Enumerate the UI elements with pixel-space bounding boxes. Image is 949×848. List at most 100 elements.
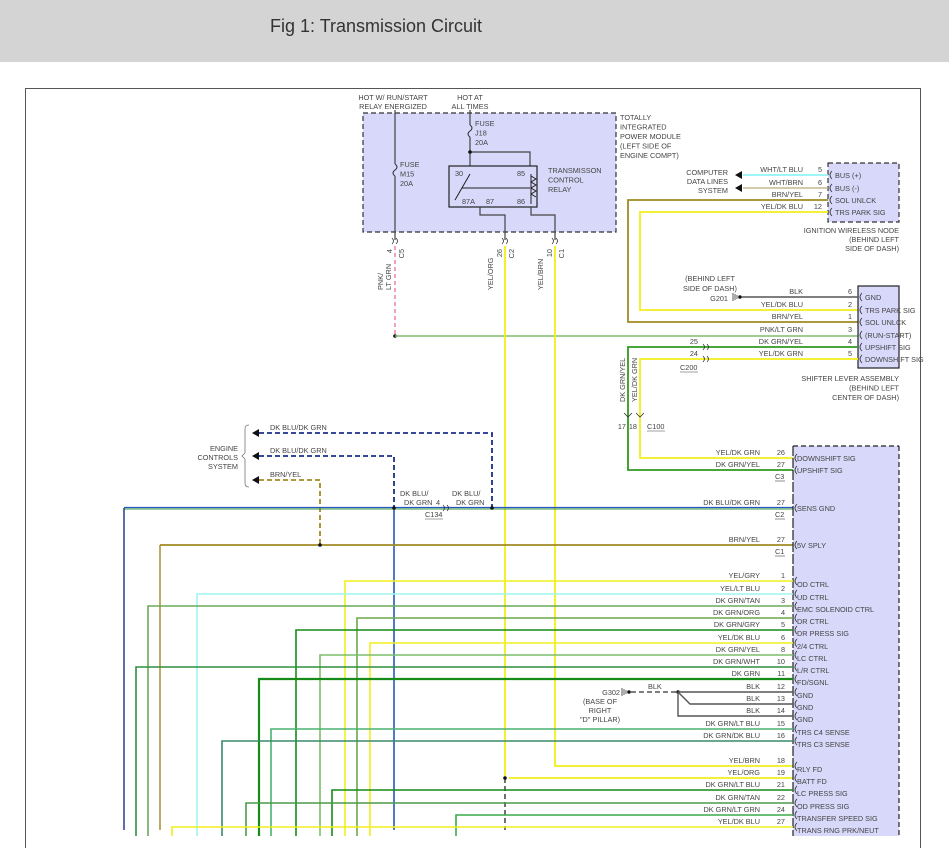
c200-label: C200 — [680, 363, 697, 372]
pcm-wire-label: YEL/LT BLU — [720, 584, 760, 593]
tipm-label: TOTALLY — [620, 113, 651, 122]
pcm-pin-number: 15 — [777, 719, 785, 728]
connector-name: C1 — [557, 249, 566, 258]
shifter-pin-number: 2 — [848, 300, 852, 309]
pcm-pin-number: 27 — [777, 817, 785, 826]
wiring-diagram: HOT W/ RUN/STARTRELAY ENERGIZED HOT ATALL… — [25, 88, 924, 848]
pcm-wire-label: DK GRN/DK BLU — [703, 731, 760, 740]
shifter-wire-label: BRN/YEL — [772, 312, 803, 321]
engine-controls-label: CONTROLS — [197, 453, 238, 462]
pcm-pin-signal: GND — [797, 715, 813, 724]
c200-pin: 24 — [690, 349, 698, 358]
ground-wire-label: BLK — [648, 682, 662, 691]
ground-icon — [732, 293, 738, 301]
gnd-wire-13 — [677, 691, 793, 705]
ground-point — [738, 295, 742, 299]
pcm-pin-number: 3 — [781, 596, 785, 605]
ignition-wire-label: WHT/BRN — [769, 178, 803, 187]
pcm-wire-label: DK GRN/GRY — [714, 620, 760, 629]
c134-wire-label: DK BLU/ — [452, 489, 481, 498]
pcm-wire-label: BRN/YEL — [729, 535, 760, 544]
pcm-pin-signal: DOWNSHIFT SIG — [797, 454, 856, 463]
engine-wire-label: DK BLU/DK GRN — [270, 423, 327, 432]
shifter-pin-signal: TRS PARK SIG — [865, 306, 916, 315]
ignition-pin-signal: TRS PARK SIG — [835, 208, 886, 217]
pcm-pin-number: 22 — [777, 793, 785, 802]
arrow-icon — [252, 429, 259, 437]
shifter-wire-label: PNK/LT GRN — [760, 325, 803, 334]
connector-pin-number: 4 — [385, 249, 394, 253]
pcm-wire-label: BLK — [746, 706, 760, 715]
pcm-wire-label: DK GRN/TAN — [716, 596, 760, 605]
relay-label: CONTROL — [548, 176, 584, 185]
pcm-pin-signal: 5V SPLY — [797, 541, 826, 550]
pcm-pin-signal: OD CTRL — [797, 580, 829, 589]
ground-g302-location: RIGHT — [589, 706, 612, 715]
shifter-caption: SHIFTER LEVER ASSEMBLY — [801, 374, 899, 383]
fuse-j18-label: 20A — [475, 138, 488, 147]
engine-wire-label: DK BLU/DK GRN — [270, 446, 327, 455]
pcm-pin-signal: GND — [797, 703, 813, 712]
pcm-wire-label: DK GRN — [732, 669, 760, 678]
splice-dot — [392, 506, 396, 510]
hot-all-times-label: HOT AT — [457, 93, 483, 102]
shifter-pin-number: 4 — [848, 337, 852, 346]
fuse-j18-label: FUSE — [475, 119, 495, 128]
shifter-wire-label: YEL/DK BLU — [761, 300, 803, 309]
pcm-pin-signal: L/R CTRL — [797, 666, 829, 675]
fuse-m15-label: 20A — [400, 179, 413, 188]
ignition-node-caption: SIDE OF DASH) — [845, 244, 899, 253]
connector-pin-number: 26 — [495, 249, 504, 257]
pcm-pin-signal: TRS C4 SENSE — [797, 728, 850, 737]
pcm-wire-label: DK GRN/LT BLU — [706, 719, 760, 728]
c134-wire-label: DK BLU/ — [400, 489, 429, 498]
brn-yel-wire — [627, 199, 858, 323]
c134-wire-label: DK GRN — [404, 498, 432, 507]
splice-dot — [503, 776, 507, 780]
shifter-wire-label: YEL/DK GRN — [759, 349, 803, 358]
ignition-wire-label: YEL/DK BLU — [761, 202, 803, 211]
pcm-pin-signal: OD PRESS SIG — [797, 802, 850, 811]
computer-data-lines-label: COMPUTER — [686, 168, 728, 177]
c100-wire-label: DK GRN/YEL — [618, 358, 627, 402]
fuse-m15-label: M15 — [400, 170, 414, 179]
pcm-wire-label: BLK — [746, 682, 760, 691]
ignition-wire-label: WHT/LT BLU — [760, 165, 803, 174]
connector-name: C2 — [507, 249, 516, 258]
ignition-node-caption: IGNITION WIRELESS NODE — [804, 226, 899, 235]
ground-g302-location: "D" PILLAR) — [580, 715, 620, 724]
pcm-wire-label: YEL/DK BLU — [718, 633, 760, 642]
pcm-pin-signal: TRANS RNG PRK/NEUT — [797, 826, 879, 835]
splice-dot — [468, 150, 472, 154]
pcm-pin-number: 4 — [781, 608, 785, 617]
shifter-caption: (BEHIND LEFT — [849, 384, 899, 393]
pcm-wire-label: DK GRN/TAN — [716, 793, 760, 802]
relay-pin-label: 30 — [455, 169, 463, 178]
pcm-pin-number: 8 — [781, 645, 785, 654]
relay-pin-label: 87A — [462, 197, 475, 206]
ignition-node-caption: (BEHIND LEFT — [849, 235, 899, 244]
pcm-pin-signal: SENS GND — [797, 504, 835, 513]
c100-wire-label: YEL/DK GRN — [630, 358, 639, 402]
ignition-pin-number: 6 — [818, 178, 822, 187]
pcm-wire-label: YEL/DK GRN — [716, 448, 760, 457]
relay-pin-label: 87 — [486, 197, 494, 206]
shifter-wire-label: DK GRN/YEL — [759, 337, 803, 346]
pcm-pin-number: 1 — [781, 571, 785, 580]
pcm-pin-number: 12 — [777, 682, 785, 691]
ground-g201-label: G201 — [710, 294, 728, 303]
fuse-j18-label: J18 — [475, 129, 487, 138]
pcm-wire-label: DK GRN/LT BLU — [706, 780, 760, 789]
engine-controls-label: SYSTEM — [208, 462, 238, 471]
c100-label: C100 — [647, 422, 664, 431]
tipm-label: POWER MODULE — [620, 132, 681, 141]
pcm-wire-3 — [147, 605, 793, 836]
ignition-pin-signal: BUS (+) — [835, 171, 861, 180]
hot-all-times-label: ALL TIMES — [452, 102, 489, 111]
c200-pin: 25 — [690, 337, 698, 346]
pcm-wire-label: BLK — [746, 694, 760, 703]
pcm-wire-label: DK GRN/LT GRN — [704, 805, 761, 814]
tipm-label: INTEGRATED — [620, 123, 667, 132]
ground-g201-location: (BEHIND LEFT — [685, 274, 735, 283]
shifter-pin-signal: DOWNSHIFT SIG — [865, 355, 924, 364]
